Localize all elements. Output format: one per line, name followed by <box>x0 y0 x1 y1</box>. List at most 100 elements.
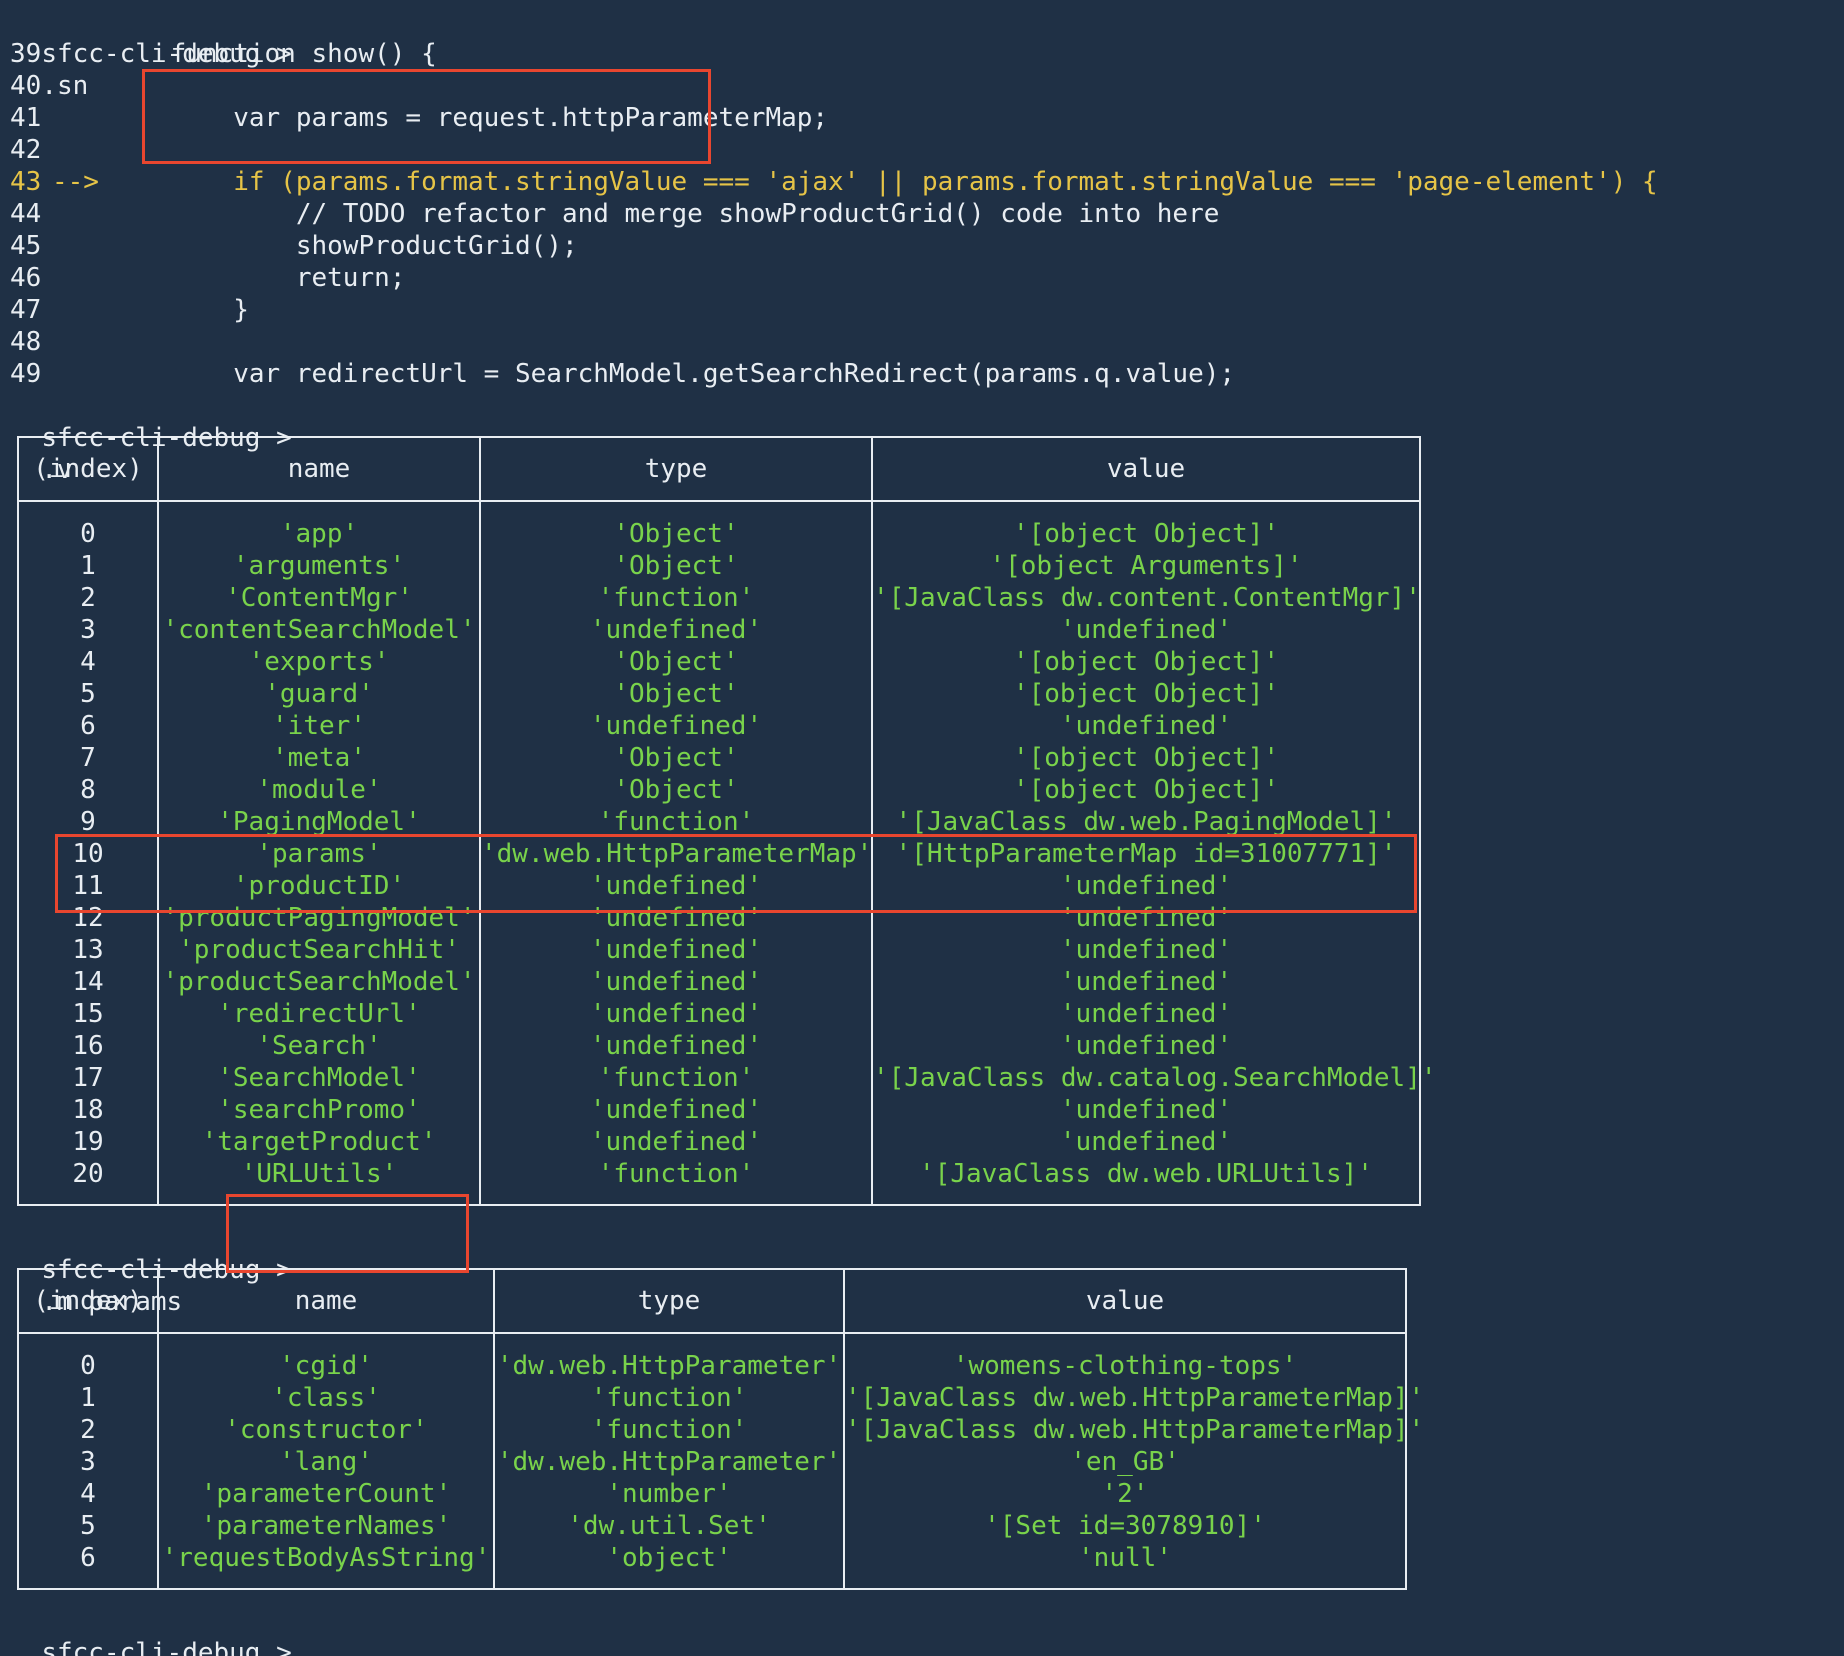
cell-index: 9 <box>80 807 96 837</box>
cell-type: 'Object' <box>479 774 872 806</box>
cell-type: 'object' <box>493 1542 844 1589</box>
cell-type: 'Object' <box>479 742 872 774</box>
cell-index: 15 <box>72 999 104 1029</box>
cell-index: 20 <box>72 1159 104 1189</box>
code-line: 42 <box>10 134 108 166</box>
table-row: 9 'PagingModel''function' '[JavaClass dw.w… <box>18 806 1420 838</box>
column-header-value: value <box>871 437 1420 502</box>
cell-name: 'iter' <box>157 710 480 742</box>
cell-name: 'class' <box>157 1382 494 1414</box>
cell-type: 'dw.web.HttpParameter' <box>493 1446 844 1478</box>
cell-type: 'function' <box>479 806 872 838</box>
table-header-row: (index) name type value <box>18 1269 1406 1334</box>
cell-index: 5 <box>80 679 96 709</box>
code-line: 44 // TODO refactor and merge showProduc… <box>10 198 1219 230</box>
cell-name: 'app' <box>157 501 480 550</box>
cell-index: 4 <box>80 1479 96 1509</box>
cell-type: 'Object' <box>479 550 872 582</box>
column-header-type: type <box>479 437 872 502</box>
column-header-name: name <box>157 1269 494 1334</box>
table-row: 3'contentSearchModel''undefined''undefin… <box>18 614 1420 646</box>
cell-name: 'productSearchHit' <box>157 934 480 966</box>
cell-name: 'guard' <box>157 678 480 710</box>
prompt-line-variables: sfcc-cli-debug > .v <box>10 390 291 485</box>
table-row: 0 'app' 'Object' '[object Object]' <box>18 501 1420 550</box>
cell-type: 'function' <box>479 1062 872 1094</box>
table-row: 3 'lang''dw.web.HttpParameter''en_GB' <box>18 1446 1406 1478</box>
code-line: 47 } <box>10 294 249 326</box>
table-row: 12'productPagingModel''undefined''undefi… <box>18 902 1420 934</box>
cell-value: 'undefined' <box>871 1030 1420 1062</box>
cell-index: 19 <box>72 1127 104 1157</box>
cell-name: 'requestBodyAsString' <box>157 1542 494 1589</box>
line-number: 40 <box>10 71 42 101</box>
code-text: return; <box>108 263 406 293</box>
table-row: 1 'class''function' '[JavaClass dw.web.Htt… <box>18 1382 1424 1414</box>
cell-name: 'exports' <box>157 646 480 678</box>
cell-value: '[object Arguments]' <box>871 550 1420 582</box>
code-line: 45 showProductGrid(); <box>10 230 578 262</box>
cell-type: 'function' <box>493 1382 844 1414</box>
cell-value: '[object Object]' <box>871 742 1420 774</box>
table-row: 17 'SearchModel''function' '[JavaClass dw.… <box>18 1062 1437 1094</box>
cell-name: 'meta' <box>157 742 480 774</box>
line-number: 47 <box>10 295 42 325</box>
table-row: 5 'guard' 'Object' '[object Object]' <box>18 678 1420 710</box>
cell-index: 6 <box>80 1543 96 1573</box>
cell-index: 3 <box>80 615 96 645</box>
column-header-value: value <box>843 1269 1406 1334</box>
cell-value: 'en_GB' <box>843 1446 1406 1478</box>
cell-value: 'undefined' <box>871 902 1420 934</box>
cell-index: 17 <box>72 1063 104 1093</box>
cell-index: 8 <box>80 775 96 805</box>
cell-value: '[object Object]' <box>871 646 1420 678</box>
cell-value: 'womens-clothing-tops' <box>843 1333 1406 1382</box>
line-number: 45 <box>10 231 42 261</box>
table-row: 19'targetProduct''undefined''undefined' <box>18 1126 1420 1158</box>
cell-type: 'Object' <box>479 646 872 678</box>
cell-type: 'undefined' <box>479 934 872 966</box>
cell-type: 'function' <box>493 1414 844 1446</box>
code-line: 49 var redirectUrl = SearchModel.getSear… <box>10 358 1235 390</box>
cell-name: 'parameterCount' <box>157 1478 494 1510</box>
line-number: 48 <box>10 327 42 357</box>
code-text: showProductGrid(); <box>108 231 578 261</box>
code-line: 40 <box>10 70 108 102</box>
table-row: 11'productID''undefined''undefined' <box>18 870 1420 902</box>
cell-index: 11 <box>72 871 104 901</box>
code-text: var params = request.httpParameterMap; <box>108 103 829 133</box>
table-row: 13'productSearchHit''undefined''undefine… <box>18 934 1420 966</box>
cell-name: 'targetProduct' <box>157 1126 480 1158</box>
prompt-label: sfcc-cli-debug > <box>41 1638 292 1656</box>
members-table: (index) name type value 0'cgid''dw.web.Http… <box>17 1268 1425 1590</box>
cell-value: 'undefined' <box>871 934 1420 966</box>
cell-index: 2 <box>80 1415 96 1445</box>
cell-type: 'undefined' <box>479 1030 872 1062</box>
cell-value: '[JavaClass dw.web.PagingModel]' <box>871 806 1420 838</box>
variables-table: (index) name type value 0'app' 'Object' '[obj… <box>17 436 1437 1206</box>
cell-value: '[JavaClass dw.catalog.SearchModel]' <box>871 1062 1437 1094</box>
column-header-type: type <box>493 1269 844 1334</box>
cell-type: 'Object' <box>479 501 872 550</box>
table-row: 5 'parameterNames''dw.util.Set' '[Set id=3… <box>18 1510 1406 1542</box>
cell-index: 5 <box>80 1511 96 1541</box>
cell-name: 'lang' <box>157 1446 494 1478</box>
cell-value: '[HttpParameterMap id=31007771]' <box>871 838 1420 870</box>
prompt-line-members: sfcc-cli-debug > .m params <box>10 1222 291 1317</box>
code-line: 41 var params = request.httpParameterMap… <box>10 102 828 134</box>
cell-name: 'params' <box>157 838 480 870</box>
table-row: 0 'cgid''dw.web.HttpParameter''womens-clo… <box>18 1333 1406 1382</box>
code-line: 48 <box>10 326 108 358</box>
cell-value: 'undefined' <box>871 614 1420 646</box>
table-row: 8 'module' 'Object' '[object Object]' <box>18 774 1420 806</box>
table-row: 15'redirectUrl''undefined''undefined' <box>18 998 1420 1030</box>
cell-index: 12 <box>72 903 104 933</box>
cell-value: '[JavaClass dw.web.HttpParameterMap]' <box>843 1414 1425 1446</box>
cell-name: 'module' <box>157 774 480 806</box>
cell-type: 'dw.web.HttpParameter' <box>493 1333 844 1382</box>
prompt-line-current[interactable]: sfcc-cli-debug > <box>10 1605 291 1656</box>
cell-index: 0 <box>80 519 96 549</box>
cell-index: 0 <box>80 1351 96 1381</box>
cell-value: 'null' <box>843 1542 1406 1589</box>
cell-value: '[object Object]' <box>871 501 1420 550</box>
